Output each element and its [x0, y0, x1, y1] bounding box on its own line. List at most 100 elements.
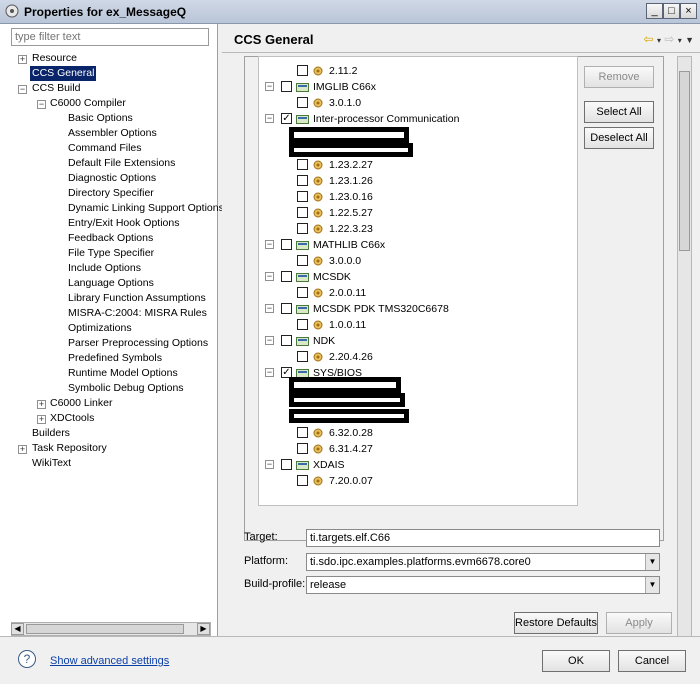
package-product-label: MATHLIB C66x — [313, 239, 386, 251]
forward-arrow-icon[interactable]: ⇨ — [664, 32, 674, 46]
tree-item-dynamic-linking[interactable]: Dynamic Linking Support Options — [68, 201, 224, 216]
tree-item-resource[interactable]: Resource — [32, 51, 77, 66]
restore-defaults-button[interactable]: Restore Defaults — [514, 612, 598, 634]
tree-item-task-repository[interactable]: Task Repository — [32, 441, 107, 456]
collapse-icon[interactable]: − — [18, 85, 27, 94]
scroll-right-icon[interactable]: ▶ — [197, 623, 210, 635]
tree-item-misra-rules[interactable]: MISRA-C:2004: MISRA Rules — [68, 306, 207, 321]
package-version-label: 2.20.4.26 — [329, 351, 373, 363]
package-checkbox[interactable] — [297, 97, 308, 108]
forward-dropdown-icon[interactable]: ▾ — [678, 36, 682, 45]
tree-item-directory-specifier[interactable]: Directory Specifier — [68, 186, 154, 201]
tree-item-feedback-options[interactable]: Feedback Options — [68, 231, 153, 246]
show-advanced-settings-link[interactable]: Show advanced settings — [50, 655, 169, 667]
package-checkbox[interactable] — [281, 271, 292, 282]
package-checkbox[interactable] — [297, 223, 308, 234]
page-title: CCS General — [234, 32, 314, 47]
version-icon — [313, 98, 323, 108]
build-profile-combo[interactable]: release ▼ — [306, 576, 660, 594]
tree-item-assembler-options[interactable]: Assembler Options — [68, 126, 157, 141]
package-checkbox[interactable] — [297, 207, 308, 218]
tree-item-basic-options[interactable]: Basic Options — [68, 111, 133, 126]
sidebar-horizontal-scrollbar[interactable] — [11, 622, 211, 636]
apply-button[interactable]: Apply — [606, 612, 672, 634]
tree-item-parser-preprocessing[interactable]: Parser Preprocessing Options — [68, 336, 208, 351]
help-icon[interactable]: ? — [18, 650, 36, 668]
tree-item-optimizations[interactable]: Optimizations — [68, 321, 132, 336]
tree-item-command-files[interactable]: Command Files — [68, 141, 142, 156]
chevron-down-icon[interactable]: ▼ — [645, 554, 659, 570]
package-checkbox[interactable] — [297, 475, 308, 486]
package-checkbox[interactable] — [281, 239, 292, 250]
package-checkbox[interactable]: ✓ — [281, 113, 292, 124]
deselect-all-button[interactable]: Deselect All — [584, 127, 654, 149]
collapse-icon[interactable]: − — [265, 460, 274, 469]
package-checkbox[interactable] — [281, 303, 292, 314]
tree-item-file-type-specifier[interactable]: File Type Specifier — [68, 246, 154, 261]
minimize-button[interactable]: _ — [646, 3, 663, 19]
tree-item-builders[interactable]: Builders — [32, 426, 70, 441]
collapse-icon[interactable]: − — [265, 240, 274, 249]
tree-item-ccs-general[interactable]: CCS General — [30, 66, 97, 81]
package-checkbox[interactable] — [297, 319, 308, 330]
tree-item-diagnostic-options[interactable]: Diagnostic Options — [68, 171, 156, 186]
package-version-label: 7.20.0.07 — [329, 475, 373, 487]
tree-item-wikitext[interactable]: WikiText — [32, 456, 71, 471]
collapse-icon[interactable]: − — [37, 100, 46, 109]
package-checkbox[interactable] — [281, 335, 292, 346]
sidebar: + Resource CCS General − CCS Build − C60… — [0, 24, 224, 636]
scrollbar-thumb[interactable] — [679, 71, 690, 251]
collapse-icon[interactable]: − — [265, 336, 274, 345]
maximize-button[interactable]: □ — [663, 3, 680, 19]
tree-item-entry-exit-hook[interactable]: Entry/Exit Hook Options — [68, 216, 179, 231]
expand-icon[interactable]: + — [37, 400, 46, 409]
package-checkbox[interactable] — [297, 175, 308, 186]
tree-item-language-options[interactable]: Language Options — [68, 276, 154, 291]
target-field[interactable]: ti.targets.elf.C66 — [306, 529, 660, 547]
select-all-button[interactable]: Select All — [584, 101, 654, 123]
tree-item-c6000-linker[interactable]: C6000 Linker — [50, 396, 112, 411]
package-checkbox[interactable] — [281, 459, 292, 470]
tree-item-xdctools[interactable]: XDCtools — [50, 411, 94, 426]
tree-item-runtime-model-options[interactable]: Runtime Model Options — [68, 366, 178, 381]
tree-item-predefined-symbols[interactable]: Predefined Symbols — [68, 351, 162, 366]
package-checkbox[interactable] — [281, 81, 292, 92]
tree-item-c6000-compiler[interactable]: C6000 Compiler — [50, 96, 126, 111]
expand-icon[interactable]: + — [18, 445, 27, 454]
package-checkbox[interactable] — [297, 191, 308, 202]
tree-item-include-options[interactable]: Include Options — [68, 261, 141, 276]
package-checkbox[interactable] — [297, 427, 308, 438]
package-checkbox[interactable] — [297, 65, 308, 76]
tree-item-ccs-build[interactable]: CCS Build — [32, 81, 80, 96]
filter-input[interactable] — [11, 28, 209, 46]
ok-button[interactable]: OK — [542, 650, 610, 672]
platform-combo[interactable]: ti.sdo.ipc.examples.platforms.evm6678.co… — [306, 553, 660, 571]
scroll-left-icon[interactable]: ◀ — [11, 623, 24, 635]
collapse-icon[interactable]: − — [265, 114, 274, 123]
tree-item-library-function-assumptions[interactable]: Library Function Assumptions — [68, 291, 206, 306]
tree-item-default-file-extensions[interactable]: Default File Extensions — [68, 156, 175, 171]
view-menu-icon[interactable]: ▼ — [685, 35, 694, 45]
collapse-icon[interactable]: − — [265, 304, 274, 313]
cancel-button[interactable]: Cancel — [618, 650, 686, 672]
tree-item-symbolic-debug-options[interactable]: Symbolic Debug Options — [68, 381, 184, 396]
remove-button[interactable]: Remove — [584, 66, 654, 88]
package-checkbox[interactable] — [297, 255, 308, 266]
scrollbar-thumb[interactable] — [26, 624, 184, 634]
package-tree[interactable]: 2.11.2− IMGLIB C66x 3.0.1.0− ✓ Inter-process… — [258, 56, 578, 506]
chevron-down-icon[interactable]: ▼ — [645, 577, 659, 593]
package-checkbox[interactable] — [297, 351, 308, 362]
collapse-icon[interactable]: − — [265, 368, 274, 377]
package-checkbox[interactable] — [297, 443, 308, 454]
collapse-icon[interactable]: − — [265, 272, 274, 281]
package-version-label: 3.0.1.0 — [329, 97, 362, 109]
close-button[interactable]: × — [680, 3, 697, 19]
main-vertical-scrollbar[interactable] — [677, 56, 692, 646]
back-arrow-icon[interactable]: ⇦ — [644, 32, 654, 46]
back-dropdown-icon[interactable]: ▾ — [657, 36, 661, 45]
package-checkbox[interactable] — [297, 159, 308, 170]
collapse-icon[interactable]: − — [265, 82, 274, 91]
expand-icon[interactable]: + — [18, 55, 27, 64]
expand-icon[interactable]: + — [37, 415, 46, 424]
package-checkbox[interactable] — [297, 287, 308, 298]
